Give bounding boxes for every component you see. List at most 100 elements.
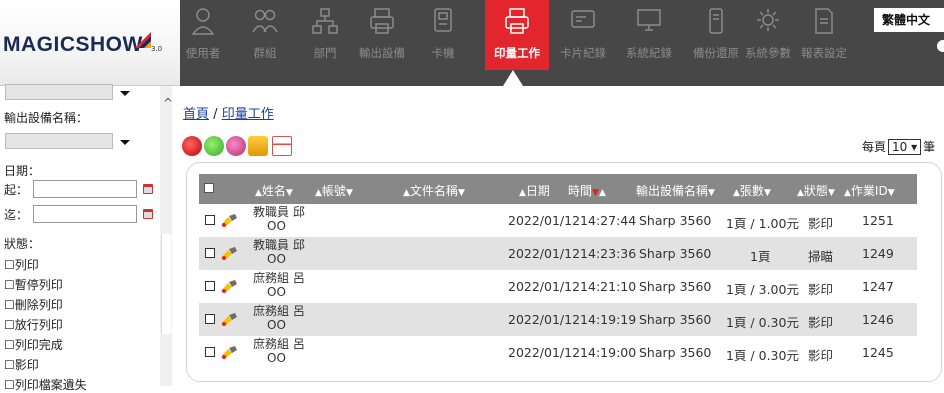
nav-item-print-job[interactable]: 印量工作 xyxy=(485,0,549,70)
nav-label: 卡片紀錄 xyxy=(560,46,606,60)
nav-label: 群組 xyxy=(253,46,277,60)
delete-icon[interactable] xyxy=(226,136,246,156)
nav-label: 輸出設備 xyxy=(359,46,405,60)
top-select[interactable] xyxy=(5,84,113,100)
card-reader-icon xyxy=(434,8,452,32)
row-checkbox[interactable] xyxy=(205,347,215,357)
nav-label: 部門 xyxy=(313,46,337,60)
report-icon xyxy=(815,8,833,34)
col-job-id[interactable]: ▲作業ID▼ xyxy=(844,182,895,199)
breadcrumb-current[interactable]: 印量工作 xyxy=(222,107,274,122)
col-status[interactable]: ▲狀態▼ xyxy=(797,182,835,199)
pages-cell: 1頁 xyxy=(750,249,771,264)
nav-item-groups[interactable]: 群組 xyxy=(242,0,288,70)
app-version: 3.0 xyxy=(151,45,163,53)
per-page-control: 每頁 10 ▾ 筆 xyxy=(862,139,936,155)
device-cell: Sharp 3560 xyxy=(639,279,712,294)
row-checkbox[interactable] xyxy=(205,248,215,258)
status-option-done[interactable]: ☐列印完成 xyxy=(4,336,63,353)
job-id-cell: 1246 xyxy=(862,312,894,327)
table-row[interactable]: 庶務組 呂 OO 2022/01/1214:19:19 Sharp 3560 1頁… xyxy=(199,303,917,336)
pages-cell: 1頁 / 0.30元 xyxy=(726,348,799,363)
table-row[interactable]: 庶務組 呂 OO 2022/01/1214:19:00 Sharp 3560 1頁… xyxy=(199,336,917,369)
date-from-input[interactable] xyxy=(33,180,137,198)
device-cell: Sharp 3560 xyxy=(639,312,712,327)
card-log-icon xyxy=(571,10,595,28)
nav-item-users[interactable]: 使用者 xyxy=(180,0,226,70)
active-nav-pointer xyxy=(503,70,523,86)
calendar-icon[interactable] xyxy=(143,209,153,219)
date-cell: 2022/01/1214:23:36 xyxy=(508,246,637,261)
language-button[interactable]: 繁體中文 xyxy=(874,8,944,32)
nav-label: 使用者 xyxy=(185,46,221,60)
folder-icon[interactable] xyxy=(248,136,268,156)
col-date[interactable]: ▲日期 xyxy=(519,182,550,199)
pages-cell: 1頁 / 3.00元 xyxy=(726,282,799,297)
top-header: MAGICSHOW 3.0 使用者 群組 部門 輸出設備 卡機 印量工作 卡片紀… xyxy=(0,0,944,86)
device-select[interactable] xyxy=(5,133,113,149)
row-checkbox[interactable] xyxy=(205,314,215,324)
col-document[interactable]: ▲文件名稱▼ xyxy=(403,182,465,199)
filter-sidebar: 輸出設備名稱： 日期： 起： 迄： 狀態： ☐列印 ☐暫停列印 ☐刪除列印 ☐放… xyxy=(0,84,172,392)
gear-icon xyxy=(757,9,779,31)
per-page-select[interactable]: 10 ▾ xyxy=(888,139,922,155)
user-name: 庶務組 呂 OO xyxy=(253,337,305,365)
col-time[interactable]: 時間▼▲ xyxy=(568,182,606,199)
app-logo: MAGICSHOW xyxy=(3,33,143,56)
col-device[interactable]: 輸出設備名稱▼ xyxy=(636,182,715,199)
nav-item-system-params[interactable]: 系統參數 xyxy=(736,0,800,70)
user-icon xyxy=(191,8,215,35)
table-header: ▲姓名▼ ▲帳號▼ ▲文件名稱▼ ▲日期 時間▼▲ 輸出設備名稱▼ ▲張數▼ ▲… xyxy=(199,174,917,204)
calendar-icon[interactable] xyxy=(143,184,153,194)
status-label: 狀態： xyxy=(4,237,41,251)
status-option-delete[interactable]: ☐刪除列印 xyxy=(4,296,63,313)
nav-label: 卡機 xyxy=(431,46,455,60)
user-menu-dot[interactable] xyxy=(937,40,944,52)
table-row[interactable]: 庶務組 呂 OO 2022/01/1214:21:10 Sharp 3560 1頁… xyxy=(199,270,917,303)
copy-job-icon xyxy=(221,280,237,293)
to-label: 迄： xyxy=(4,208,29,222)
nav-item-system-log[interactable]: 系統紀錄 xyxy=(617,0,681,70)
collapse-toggle-icon[interactable]: ^ xyxy=(163,96,173,110)
status-cell: 影印 xyxy=(808,282,834,297)
col-pages[interactable]: ▲張數▼ xyxy=(733,182,771,199)
pages-cell: 1頁 / 1.00元 xyxy=(726,216,799,231)
breadcrumb-home[interactable]: 首頁 xyxy=(183,107,209,122)
nav-item-card-log[interactable]: 卡片紀錄 xyxy=(551,0,615,70)
row-checkbox[interactable] xyxy=(205,215,215,225)
backup-icon xyxy=(709,8,723,34)
status-option-copy[interactable]: ☐影印 xyxy=(4,356,39,373)
user-name: 庶務組 呂 OO xyxy=(253,271,305,299)
device-label: 輸出設備名稱： xyxy=(4,111,89,125)
job-id-cell: 1247 xyxy=(862,279,894,294)
device-cell: Sharp 3560 xyxy=(639,345,712,360)
nav-item-output-device[interactable]: 輸出設備 xyxy=(350,0,414,70)
status-option-release[interactable]: ☐放行列印 xyxy=(4,316,63,333)
table-row[interactable]: 教職員 邱 OO 2022/01/1214:27:44 Sharp 3560 1頁… xyxy=(199,204,917,237)
user-name: 教職員 邱 OO xyxy=(253,205,305,233)
status-cell: 影印 xyxy=(808,348,834,363)
logo-mark-icon xyxy=(135,32,151,48)
date-label: 日期： xyxy=(4,164,41,178)
row-checkbox[interactable] xyxy=(205,281,215,291)
stop-icon[interactable] xyxy=(182,136,202,156)
select-all-checkbox[interactable] xyxy=(204,183,214,193)
col-name[interactable]: ▲姓名▼ xyxy=(255,182,293,199)
system-log-icon xyxy=(637,9,661,31)
calendar-report-icon[interactable] xyxy=(272,136,292,156)
job-id-cell: 1251 xyxy=(862,213,894,228)
table-row[interactable]: 教職員 邱 OO 2022/01/1214:23:36 Sharp 3560 1頁… xyxy=(199,237,917,270)
date-to-input[interactable] xyxy=(33,205,137,223)
status-option-missing[interactable]: ☐列印檔案遺失 xyxy=(4,376,87,393)
nav-item-report[interactable]: 報表設定 xyxy=(792,0,856,70)
status-option-print[interactable]: ☐列印 xyxy=(4,256,39,273)
nav-item-card-reader[interactable]: 卡機 xyxy=(420,0,466,70)
job-id-cell: 1245 xyxy=(862,345,894,360)
col-account[interactable]: ▲帳號▼ xyxy=(315,182,353,199)
chevron-down-icon xyxy=(120,91,130,96)
nav-item-department[interactable]: 部門 xyxy=(302,0,348,70)
status-option-pause[interactable]: ☐暫停列印 xyxy=(4,276,63,293)
release-icon[interactable] xyxy=(204,136,224,156)
sidebar-scrollbar-thumb[interactable] xyxy=(161,234,171,334)
nav-label: 報表設定 xyxy=(801,46,847,60)
